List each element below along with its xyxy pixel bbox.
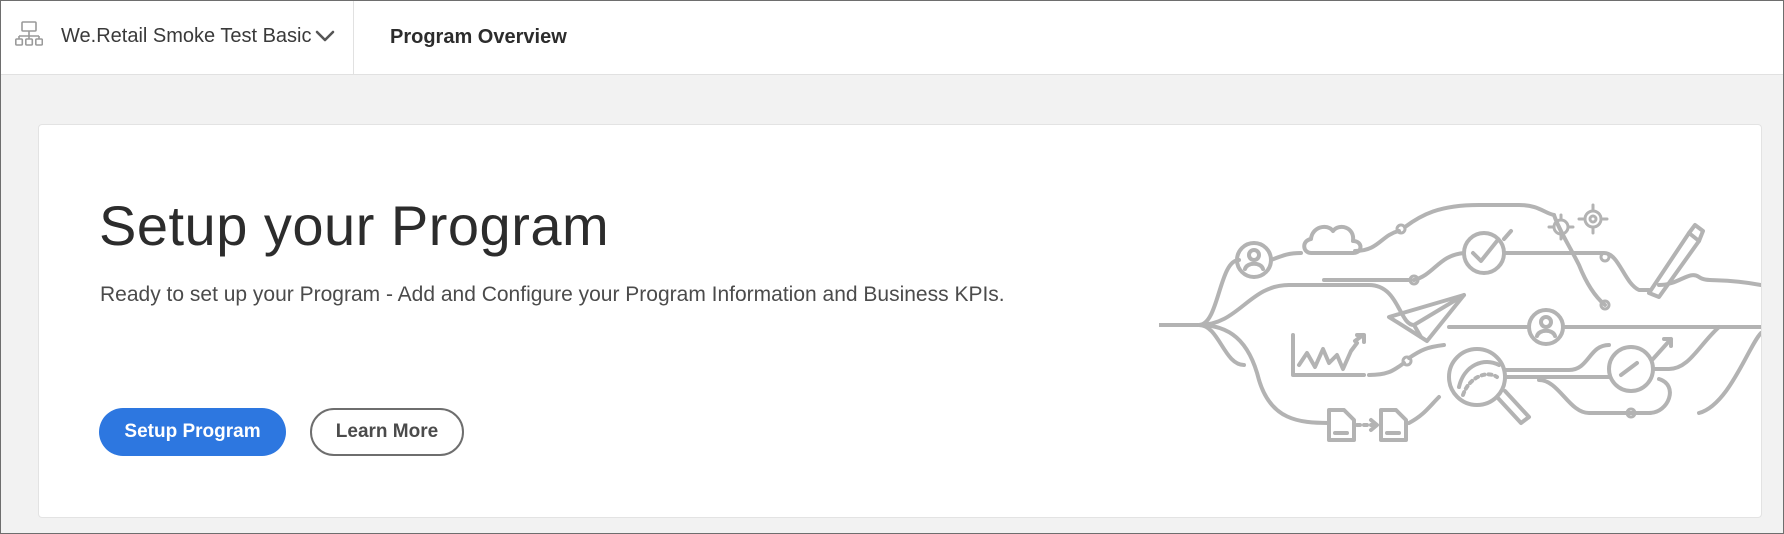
cloud-icon: [1302, 224, 1363, 255]
chevron-down-icon[interactable]: [314, 28, 336, 44]
file-icon: [1379, 408, 1408, 442]
workflow-network-illustration: [1159, 203, 1761, 442]
magnifier-icon: [1447, 347, 1531, 425]
user-icon: [1235, 241, 1273, 279]
file-icon: [1327, 408, 1356, 442]
program-name: We.Retail Smoke Test Basic: [61, 25, 312, 47]
page-title: Program Overview: [390, 26, 567, 48]
top-bar: We.Retail Smoke Test Basic Program Overv…: [1, 1, 1783, 75]
user-icon: [1527, 308, 1565, 346]
paper-plane-icon: [1387, 293, 1466, 343]
card-description: Ready to set up your Program - Add and C…: [100, 283, 1005, 306]
chart-icon: [1291, 333, 1366, 377]
program-switcher[interactable]: We.Retail Smoke Test Basic: [1, 1, 354, 74]
learn-more-button[interactable]: Learn More: [310, 408, 464, 456]
pen-icon: [1647, 223, 1761, 299]
site-structure-icon: [15, 21, 44, 47]
setup-program-card: Setup your Program Ready to set up your …: [38, 124, 1762, 518]
app-frame: We.Retail Smoke Test Basic Program Overv…: [0, 0, 1784, 534]
card-title: Setup your Program: [99, 194, 610, 257]
setup-program-button[interactable]: Setup Program: [99, 408, 286, 456]
gauge-icon: [1607, 337, 1673, 393]
